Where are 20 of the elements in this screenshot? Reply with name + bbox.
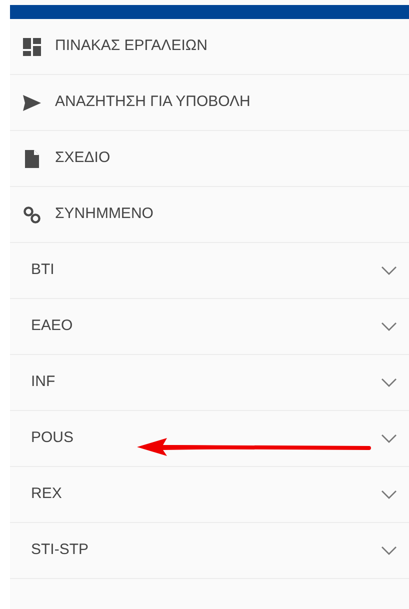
chevron-down-icon [381, 546, 397, 556]
chevron-down-icon [381, 490, 397, 500]
nav-group[interactable]: STI-STP [10, 523, 409, 578]
link-icon [23, 206, 41, 224]
nav-link[interactable]: ΣΥΝΗΜΜΕΝΟ [10, 187, 409, 243]
nav-group[interactable]: REX [10, 467, 409, 522]
nav-group[interactable]: POUS [10, 411, 409, 466]
nav-group[interactable]: EAEO [10, 299, 409, 354]
nav-link[interactable]: ΣΧΕΔΙΟ [10, 131, 409, 187]
chevron-down-icon [381, 266, 397, 276]
nav-group[interactable]: BTI [10, 243, 409, 298]
chevron-down-icon [381, 322, 397, 332]
dashboard-icon [22, 36, 42, 56]
chevron-down-icon [381, 378, 397, 388]
chevron-down-icon [381, 434, 397, 444]
document-icon [24, 148, 40, 168]
nav-group[interactable]: INF [10, 355, 409, 410]
nav-link[interactable]: ΠΙΝΑΚΑΣ ΕΡΓΑΛΕΙΩΝ [10, 19, 409, 75]
nav-link[interactable]: ΑΝΑΖΗΤΗΣΗ ΓΙΑ ΥΠΟΒΟΛΗ [10, 75, 409, 131]
send-icon [22, 94, 42, 112]
